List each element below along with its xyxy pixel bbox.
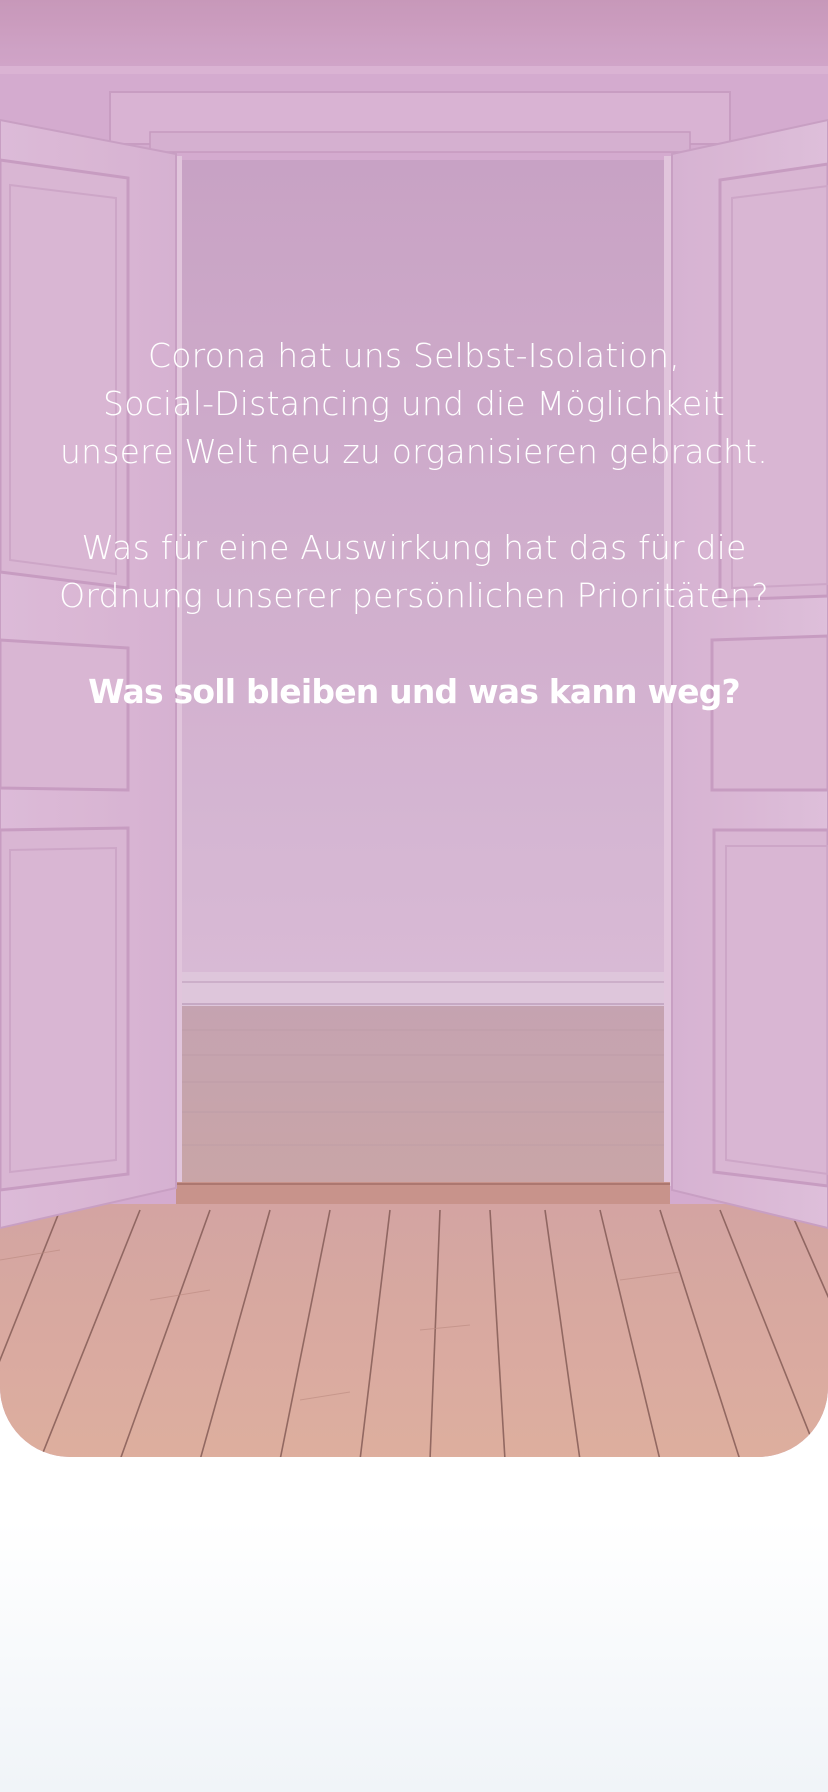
intro-line: unsere Welt neu zu organisieren gebracht…	[60, 432, 768, 471]
intro-paragraph-1: Corona hat uns Selbst-Isolation, Social-…	[34, 332, 794, 476]
intro-line: Social-Distancing und die Möglichkeit	[103, 384, 725, 423]
intro-message: Corona hat uns Selbst-Isolation, Social-…	[0, 332, 828, 716]
intro-line: Ordnung unserer persönlichen Prioritäten…	[59, 576, 769, 615]
intro-paragraph-2: Was für eine Auswirkung hat das für die …	[34, 524, 794, 620]
open-doors-photo	[0, 0, 828, 1457]
hero-image: Corona hat uns Selbst-Isolation, Social-…	[0, 0, 828, 1457]
key-question: Was soll bleiben und was kann weg?	[88, 672, 741, 711]
intro-line: Was für eine Auswirkung hat das für die	[81, 528, 747, 567]
intro-line: Corona hat uns Selbst-Isolation,	[148, 336, 680, 375]
